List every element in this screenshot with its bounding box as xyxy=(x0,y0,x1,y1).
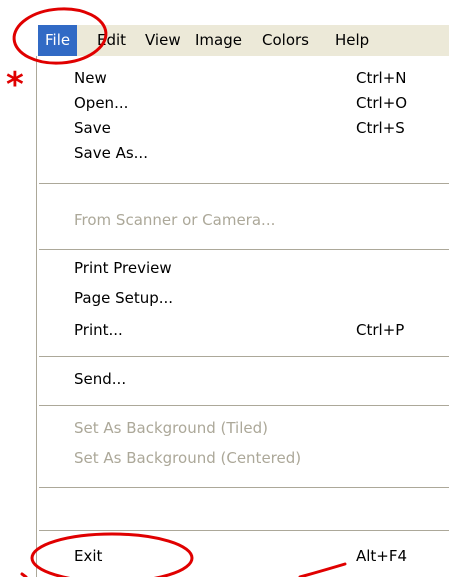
menu-separator xyxy=(39,356,449,357)
menu-separator xyxy=(39,249,449,250)
menu-item-shortcut: Ctrl+P xyxy=(356,321,405,339)
menu-item-from-scanner: From Scanner or Camera... xyxy=(74,208,430,232)
menu-item-open[interactable]: Open... Ctrl+O xyxy=(74,91,430,115)
menu-bar: File Edit View Image Colors Help xyxy=(38,25,449,57)
menu-separator xyxy=(39,183,449,184)
menu-item-print[interactable]: Print... Ctrl+P xyxy=(74,318,430,342)
menu-item-send[interactable]: Send... xyxy=(74,367,430,391)
menu-item-label: Save As... xyxy=(74,144,148,162)
menu-item-shortcut: Ctrl+S xyxy=(356,119,405,137)
menu-item-label: Open... xyxy=(74,94,129,112)
menu-item-print-preview[interactable]: Print Preview xyxy=(74,256,430,280)
menu-view[interactable]: View xyxy=(138,25,188,56)
menu-edit[interactable]: Edit xyxy=(90,25,133,56)
menu-colors[interactable]: Colors xyxy=(255,25,316,56)
menu-item-label: Exit xyxy=(74,547,103,565)
menu-item-page-setup[interactable]: Page Setup... xyxy=(74,286,430,310)
menu-item-label: New xyxy=(74,69,107,87)
menu-item-new[interactable]: New Ctrl+N xyxy=(74,66,430,90)
menu-item-label: Print Preview xyxy=(74,259,172,277)
file-menu-dropdown: New Ctrl+N Open... Ctrl+O Save Ctrl+S Sa… xyxy=(36,56,449,577)
menu-item-label: Send... xyxy=(74,370,127,388)
menu-item-shortcut: Alt+F4 xyxy=(356,547,408,565)
menu-item-save[interactable]: Save Ctrl+S xyxy=(74,116,430,140)
menu-item-shortcut: Ctrl+O xyxy=(356,94,408,112)
menu-file[interactable]: File xyxy=(38,25,78,56)
menu-item-label: Print... xyxy=(74,321,123,339)
menu-separator xyxy=(39,405,449,406)
menu-item-label: Set As Background (Tiled) xyxy=(74,419,268,437)
menu-item-set-background-centered: Set As Background (Centered) xyxy=(74,446,430,470)
menu-item-exit[interactable]: Exit Alt+F4 xyxy=(74,544,430,568)
menu-item-save-as[interactable]: Save As... xyxy=(74,141,430,165)
menu-separator xyxy=(39,530,449,531)
menu-image[interactable]: Image xyxy=(188,25,249,56)
menu-item-label: Save xyxy=(74,119,111,137)
menu-item-shortcut: Ctrl+N xyxy=(356,69,407,87)
menu-item-label: Page Setup... xyxy=(74,289,174,307)
menu-help[interactable]: Help xyxy=(328,25,376,56)
menu-item-label: Set As Background (Centered) xyxy=(74,449,302,467)
menu-separator xyxy=(39,487,449,488)
screen: File Edit View Image Colors Help New Ctr… xyxy=(0,0,449,577)
annotation-asterisk: * xyxy=(6,65,24,105)
menu-item-set-background-tiled: Set As Background (Tiled) xyxy=(74,416,430,440)
menu-item-label: From Scanner or Camera... xyxy=(74,211,276,229)
